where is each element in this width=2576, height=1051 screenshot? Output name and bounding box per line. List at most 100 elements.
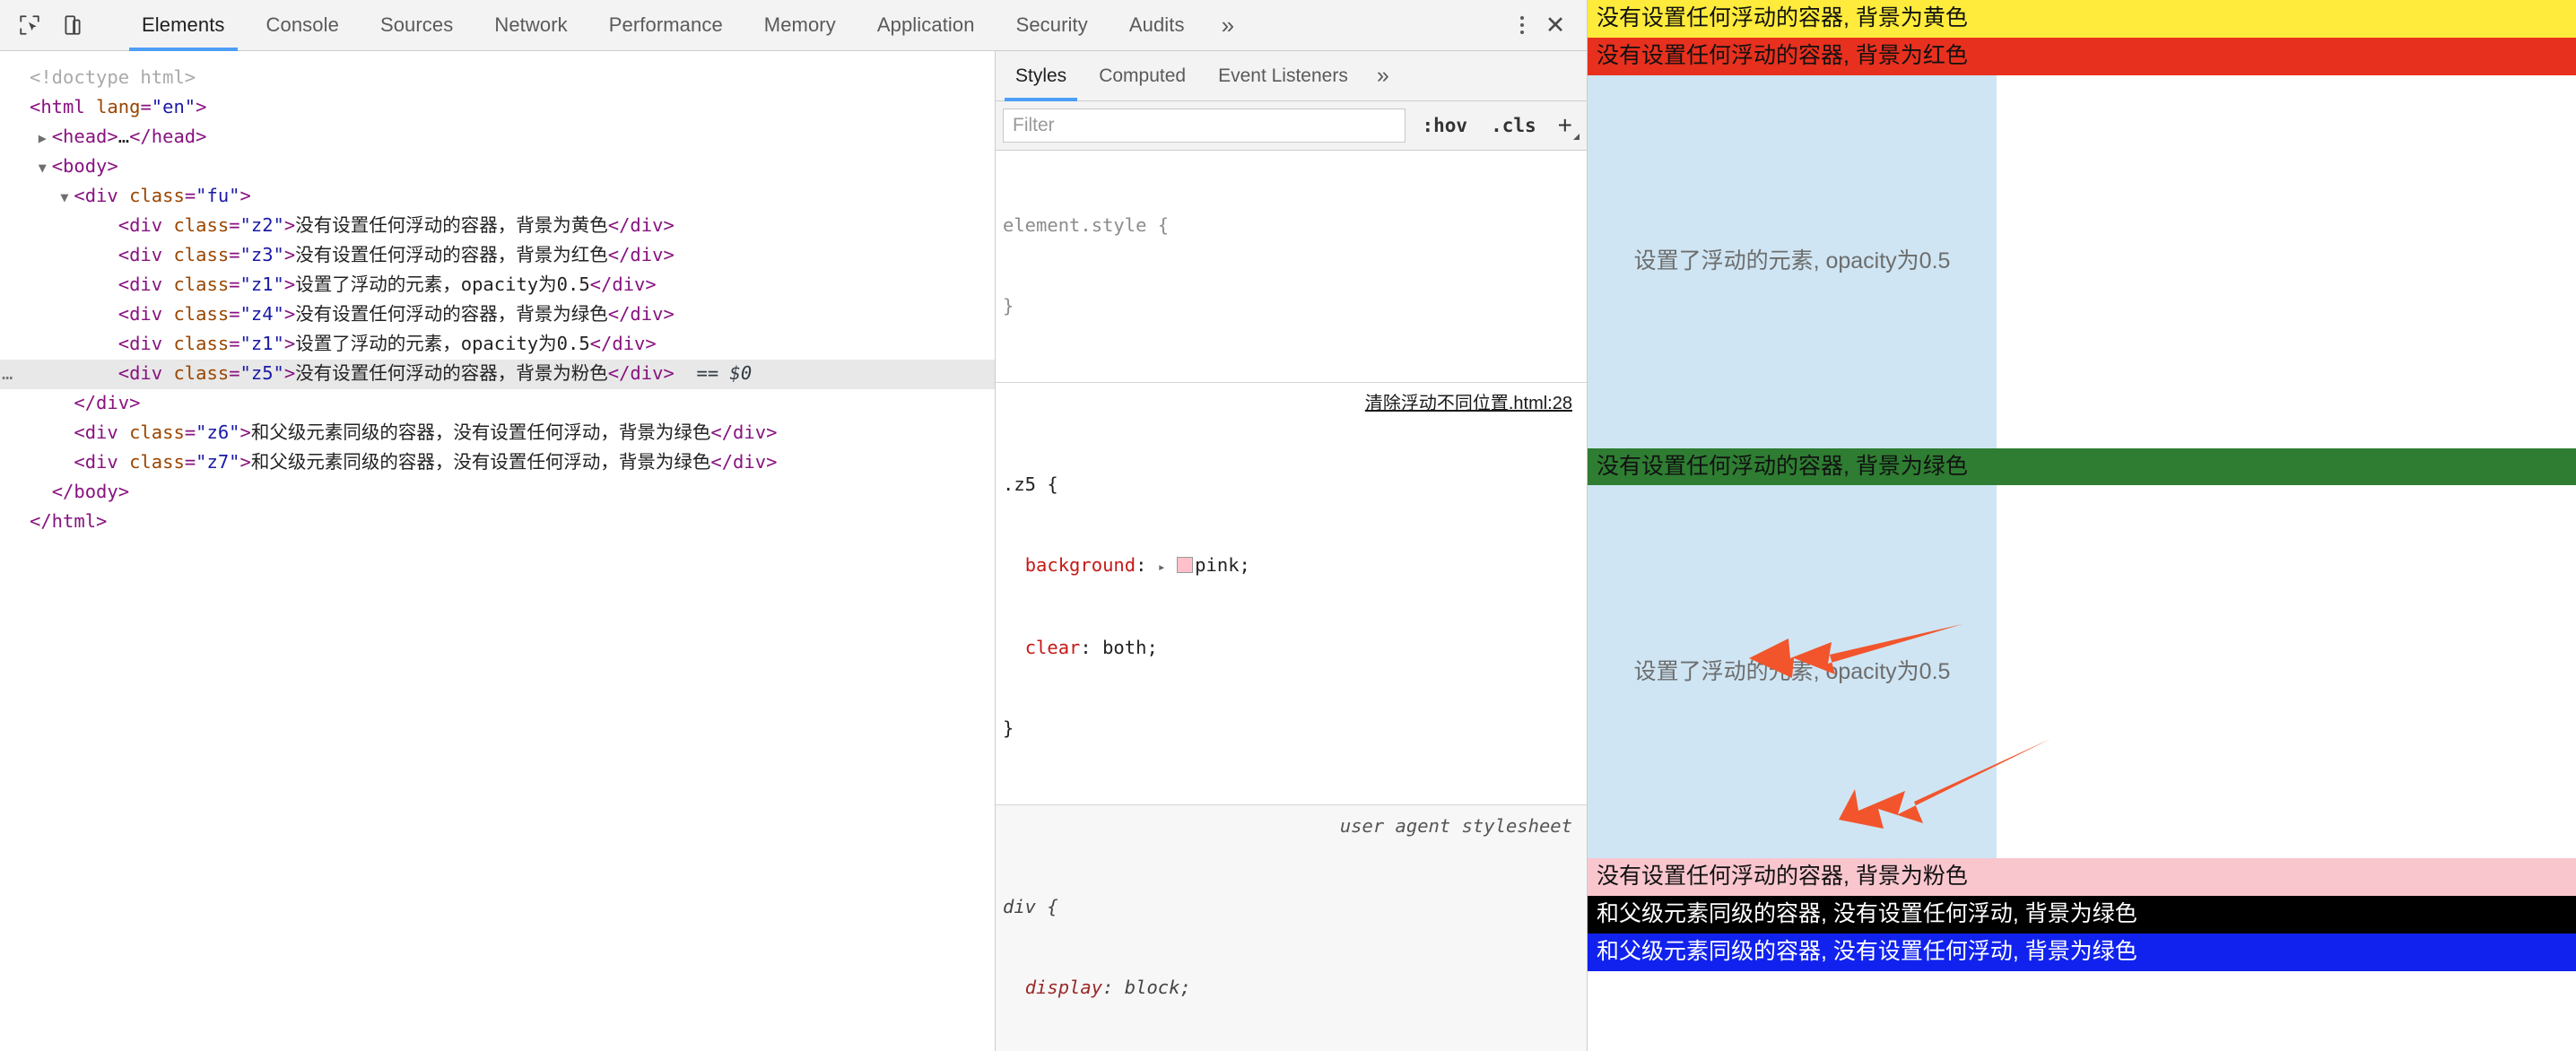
new-style-rule-button[interactable]: + <box>1553 111 1581 140</box>
tab-sources-label: Sources <box>379 13 454 36</box>
dom-node-markup: <div class="z3">没有设置任何浮动的容器，背景为红色</div> <box>117 244 674 265</box>
dom-node[interactable]: <div class="z6">和父级元素同级的容器，没有设置任何浮动，背景为绿… <box>0 419 995 448</box>
dom-node-markup: <!doctype html> <box>30 66 196 88</box>
tab-memory-label: Memory <box>763 13 836 36</box>
tab-event-listeners-label: Event Listeners <box>1218 65 1348 86</box>
dom-node-markup: <div class="z7">和父级元素同级的容器，没有设置任何浮动，背景为绿… <box>74 451 778 473</box>
declaration-background[interactable]: background: ▸ pink; <box>1003 552 1587 580</box>
tab-console-label: Console <box>265 13 339 36</box>
declaration-display[interactable]: display: block; <box>1003 974 1587 1001</box>
close-icon[interactable]: ✕ <box>1540 10 1571 40</box>
tab-elements[interactable]: Elements <box>121 0 246 51</box>
property-value: pink <box>1195 554 1240 576</box>
devtools-body: <!doctype html> <html lang="en"> <head>…<… <box>0 51 1587 1051</box>
dom-node[interactable]: <div class="z3">没有设置任何浮动的容器，背景为红色</div> <box>0 241 995 271</box>
dom-node-markup: <div class="z6">和父级元素同级的容器，没有设置任何浮动，背景为绿… <box>74 421 778 443</box>
toolbar-right-controls: ✕ <box>1502 0 1587 50</box>
chevron-down-icon[interactable] <box>39 154 52 182</box>
styles-tab-list: Styles Computed Event Listeners » <box>996 51 1587 101</box>
property-name: background <box>1024 554 1136 576</box>
cls-toggle-button[interactable]: .cls <box>1484 113 1544 138</box>
tab-memory[interactable]: Memory <box>744 0 857 50</box>
tab-console[interactable]: Console <box>246 0 360 50</box>
expand-triangle-icon[interactable]: ▸ <box>1158 559 1166 575</box>
tab-network-label: Network <box>494 13 568 36</box>
property-value: both <box>1102 637 1147 658</box>
devtools-window: Elements Console Sources Network Perform… <box>0 0 2576 1051</box>
dom-node[interactable]: <body> <box>0 152 995 182</box>
dom-node-markup: <body> <box>51 155 118 177</box>
device-toolbar-icon[interactable] <box>57 10 88 40</box>
hov-toggle-button[interactable]: :hov <box>1414 113 1475 138</box>
tab-audits-label: Audits <box>1128 13 1185 36</box>
rule-selector: .z5 { <box>1003 473 1058 495</box>
page-block-z1-first: 设置了浮动的元素, opacity为0.5 <box>1588 74 1997 448</box>
tab-event-listeners[interactable]: Event Listeners <box>1202 51 1364 100</box>
devtools-panel: Elements Console Sources Network Perform… <box>0 0 1588 1051</box>
page-container-fu: 没有设置任何浮动的容器, 背景为黄色 没有设置任何浮动的容器, 背景为红色 设置… <box>1588 0 2576 971</box>
chevron-right-icon[interactable] <box>39 125 52 152</box>
dom-node[interactable]: </html> <box>0 508 995 537</box>
dom-tree-pane[interactable]: <!doctype html> <html lang="en"> <head>…<… <box>0 51 996 1051</box>
styles-more-tabs-icon[interactable]: » <box>1364 51 1402 100</box>
dom-node[interactable]: <div class="z7">和父级元素同级的容器，没有设置任何浮动，背景为绿… <box>0 448 995 478</box>
tab-network[interactable]: Network <box>474 0 587 50</box>
dom-node[interactable]: <div class="z2">没有设置任何浮动的容器，背景为黄色</div> <box>0 212 995 241</box>
styles-more-tabs-label: » <box>1376 63 1389 88</box>
tab-audits[interactable]: Audits <box>1109 0 1205 50</box>
tab-application[interactable]: Application <box>857 0 996 50</box>
rule-selector: element.style { <box>1003 214 1170 236</box>
tab-styles-label: Styles <box>1015 65 1067 86</box>
dom-node-markup: </div> <box>74 392 141 413</box>
tab-styles[interactable]: Styles <box>999 51 1083 101</box>
dom-node-selected[interactable]: … <div class="z5">没有设置任何浮动的容器，背景为粉色</div… <box>0 360 995 389</box>
kebab-menu-icon[interactable] <box>1508 11 1536 39</box>
tab-security[interactable]: Security <box>996 0 1109 50</box>
rule-source-link[interactable]: 清除浮动不同位置.html:28 <box>1365 390 1572 417</box>
tab-performance-label: Performance <box>608 13 723 36</box>
page-block-z1-second: 设置了浮动的元素, opacity为0.5 <box>1588 485 1997 859</box>
rule-z5[interactable]: 清除浮动不同位置.html:28 .z5 { background: ▸ pin… <box>996 383 1587 805</box>
dom-node[interactable]: <div class="z4">没有设置任何浮动的容器，背景为绿色</div> <box>0 300 995 330</box>
dom-node[interactable]: <html lang="en"> <box>0 93 995 123</box>
node-ellipsis-icon: … <box>2 362 13 384</box>
color-swatch-icon[interactable] <box>1177 557 1194 573</box>
rule-div-user-agent[interactable]: user agent stylesheet div { display: blo… <box>996 805 1587 1051</box>
dom-node-markup: <div class="z4">没有设置任何浮动的容器，背景为绿色</div> <box>117 303 674 325</box>
plus-label: + <box>1557 111 1572 139</box>
dom-node[interactable]: </div> <box>0 389 995 419</box>
dom-node[interactable]: <div class="z1">设置了浮动的元素，opacity为0.5</di… <box>0 271 995 300</box>
dom-node[interactable]: <!doctype html> <box>0 64 995 93</box>
chevron-down-icon[interactable] <box>60 184 74 212</box>
dom-node[interactable]: <div class="z1">设置了浮动的元素，opacity为0.5</di… <box>0 330 995 360</box>
rule-element-style[interactable]: element.style { } <box>996 151 1587 383</box>
dom-node[interactable]: <div class="fu"> <box>0 182 995 212</box>
dom-node-markup: </html> <box>30 510 108 532</box>
page-block-z2: 没有设置任何浮动的容器, 背景为黄色 <box>1588 0 2576 38</box>
more-tabs-icon[interactable]: » <box>1205 0 1251 50</box>
tab-computed[interactable]: Computed <box>1083 51 1202 100</box>
dom-node-markup: <div class="z5">没有设置任何浮动的容器，背景为粉色</div> … <box>117 362 753 384</box>
inspect-element-icon[interactable] <box>14 10 45 40</box>
dom-node[interactable]: <head>…</head> <box>0 123 995 152</box>
rule-close-brace: } <box>1003 295 1014 317</box>
declaration-clear[interactable]: clear: both; <box>1003 634 1587 661</box>
property-name: display <box>1024 977 1103 998</box>
tab-performance[interactable]: Performance <box>588 0 744 50</box>
filter-input[interactable] <box>1003 109 1406 143</box>
page-block-z5: 没有设置任何浮动的容器, 背景为粉色 <box>1588 858 2576 896</box>
dom-node[interactable]: </body> <box>0 478 995 508</box>
tab-sources[interactable]: Sources <box>360 0 474 50</box>
page-block-z4: 没有设置任何浮动的容器, 背景为绿色 <box>1588 447 2576 486</box>
